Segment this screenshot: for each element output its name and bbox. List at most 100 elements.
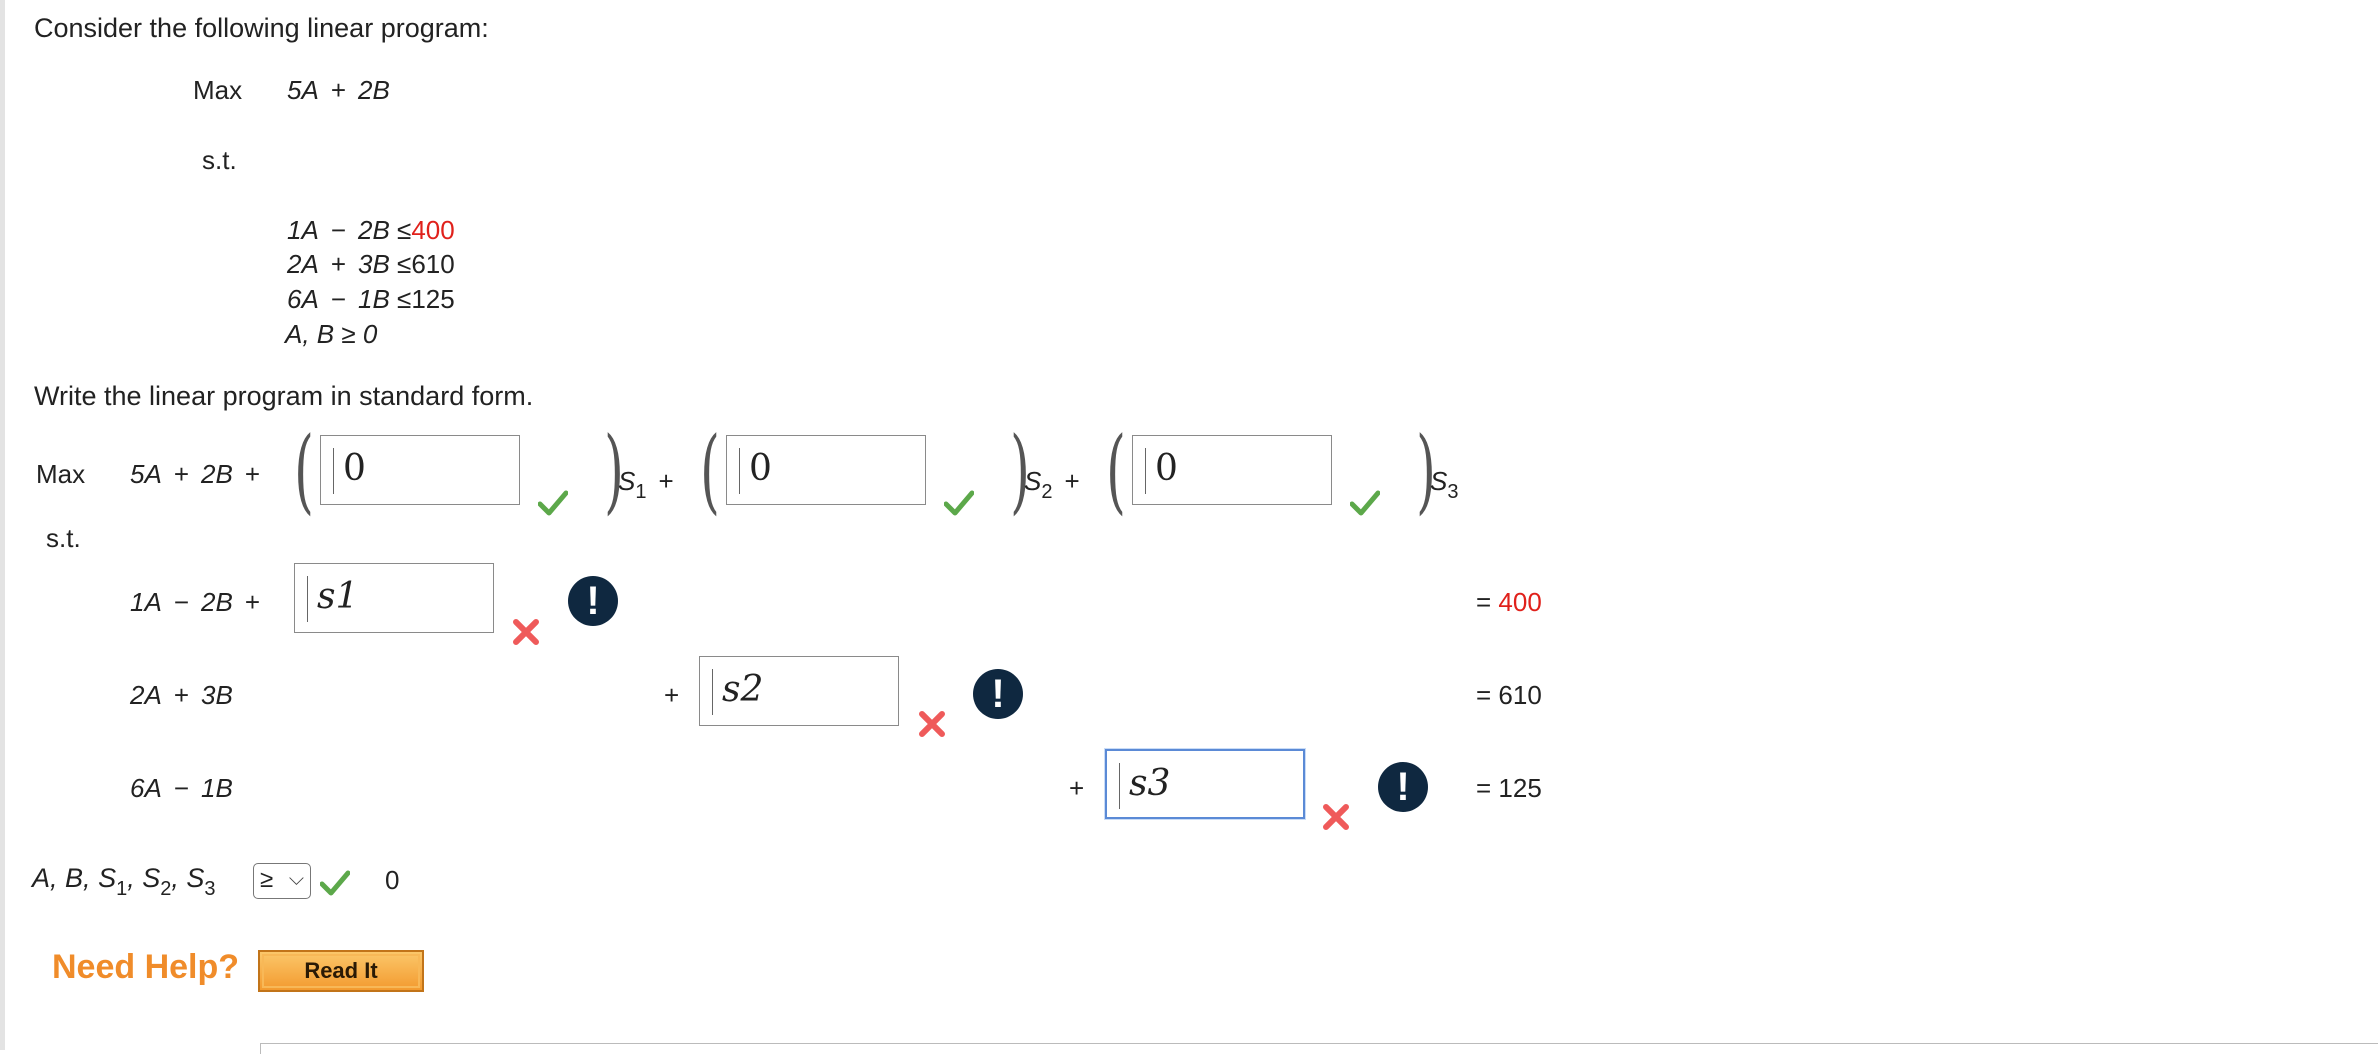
nonneg-sub-3: 3 — [204, 878, 216, 900]
slack-input-2[interactable]: s2 — [699, 656, 899, 726]
row-3-op: − — [173, 773, 189, 803]
row-3-rhs-value: 125 — [1498, 773, 1542, 803]
alert-icon[interactable]: ! — [568, 576, 618, 626]
row-3-plus: + — [1069, 773, 1085, 803]
st-label: s.t. — [202, 145, 237, 175]
left-paren-3: ( — [1106, 417, 1126, 524]
inequality-select-value: ≥ — [260, 866, 274, 893]
slack-var-1: S1 + — [618, 465, 686, 503]
row-2-rhs-value: 610 — [1498, 680, 1542, 710]
std-objective-plus2: + — [244, 459, 260, 489]
slack-var-2-plus: + — [1064, 466, 1080, 496]
left-paren-2: ( — [700, 417, 720, 524]
constraint-3-term-b: 1B — [358, 284, 390, 314]
slack-var-3: S3 — [1430, 465, 1459, 503]
row-1-eq: = — [1476, 587, 1492, 617]
nonneg-var-b: B — [65, 863, 84, 893]
alert-icon[interactable]: ! — [1378, 762, 1428, 812]
std-objective-b: 2B — [201, 459, 233, 489]
constraint-2-rhs: 610 — [411, 249, 455, 279]
left-paren-1: ( — [294, 417, 314, 524]
slack-input-3[interactable]: s3 — [1105, 749, 1305, 819]
std-max-label: Max — [36, 459, 86, 489]
objective-a-term: 5A — [287, 75, 319, 105]
slack-coef-input-2[interactable]: 0 — [726, 435, 926, 505]
nonneg-var-s1: S — [98, 863, 117, 893]
slack-coef-value-1: 0 — [343, 448, 366, 489]
slack-coef-value-2: 0 — [749, 448, 772, 489]
constraint-2-term-b: 3B — [358, 249, 390, 279]
row-1-term-b: 2B — [201, 587, 233, 617]
constraint-1-term-a: 1A — [287, 215, 319, 245]
slack-var-1-plus: + — [658, 466, 674, 496]
constraint-3-term-a: 6A — [287, 284, 319, 314]
x-icon — [919, 711, 945, 737]
std-objective-a: 5A — [130, 459, 162, 489]
constraint-2-op: + — [330, 249, 346, 279]
inequality-select[interactable]: ≥ ⌵ — [253, 863, 311, 899]
slack-input-3-value: s3 — [1129, 763, 1171, 804]
x-icon — [1323, 804, 1349, 830]
row-1-rhs-value: 400 — [1498, 587, 1542, 617]
std-nonneg-rhs: 0 — [385, 865, 400, 895]
constraint-2-symbol: ≤ — [397, 249, 412, 279]
prompt-text: Write the linear program in standard for… — [34, 381, 534, 411]
constraint-3-symbol: ≤ — [397, 284, 412, 314]
std-st-label: s.t. — [46, 523, 81, 553]
constraint-2: 2A +3B ≤610 — [287, 248, 455, 280]
slack-var-3-letter: S — [1430, 466, 1448, 496]
nonneg-var-s2: S — [142, 863, 161, 893]
objective-plus: + — [330, 75, 346, 105]
row-3-lhs: 6A −1B — [130, 772, 233, 804]
alert-icon[interactable]: ! — [973, 669, 1023, 719]
nonnegativity-constraint: A, B ≥ 0 — [285, 319, 378, 349]
row-3-term-b: 1B — [201, 773, 233, 803]
check-icon — [944, 490, 974, 516]
row-1-lhs: 1A −2B + — [130, 586, 272, 618]
max-label: Max — [193, 75, 243, 105]
chevron-down-icon: ⌵ — [288, 868, 304, 890]
row-1-rhs: = 400 — [1476, 586, 1542, 618]
row-2-lhs: 2A +3B — [130, 679, 233, 711]
row-2-term-b: 3B — [201, 680, 233, 710]
row-2-eq: = — [1476, 680, 1492, 710]
slack-input-1-value: s1 — [317, 576, 359, 617]
nonneg-sub-2: 2 — [160, 878, 172, 900]
constraint-1-term-b: 2B — [358, 215, 390, 245]
constraint-2-term-a: 2A — [287, 249, 319, 279]
slack-var-3-sub: 3 — [1447, 481, 1459, 503]
nonneg-var-a: A — [32, 863, 51, 893]
std-objective-prefix: 5A +2B + — [130, 458, 272, 490]
constraint-1: 1A −2B ≤400 — [287, 214, 455, 246]
row-3-term-a: 6A — [130, 773, 162, 803]
next-panel-edge — [260, 1043, 2378, 1054]
slack-input-1[interactable]: s1 — [294, 563, 494, 633]
std-objective-plus1: + — [173, 459, 189, 489]
check-icon — [1350, 490, 1380, 516]
slack-coef-value-3: 0 — [1155, 448, 1178, 489]
read-it-button[interactable]: Read It — [258, 950, 424, 992]
x-icon — [513, 619, 539, 645]
row-1-term-a: 1A — [130, 587, 162, 617]
slack-var-2: S2 + — [1024, 465, 1092, 503]
row-3-eq: = — [1476, 773, 1492, 803]
check-icon — [538, 490, 568, 516]
row-2-op: + — [173, 680, 189, 710]
slack-var-2-sub: 2 — [1041, 481, 1053, 503]
constraint-1-rhs: 400 — [411, 215, 455, 245]
nonneg-sub-1: 1 — [116, 878, 128, 900]
row-2-rhs: = 610 — [1476, 679, 1542, 711]
row-3-rhs: = 125 — [1476, 772, 1542, 804]
intro-text: Consider the following linear program: — [34, 13, 489, 43]
objective-function: 5A +2B — [287, 74, 390, 106]
row-1-op: − — [173, 587, 189, 617]
std-nonneg-vars: A, B, S1, S2, S3 — [32, 863, 216, 900]
row-1-plus: + — [244, 587, 260, 617]
slack-var-1-letter: S — [618, 466, 636, 496]
slack-var-2-letter: S — [1024, 466, 1042, 496]
slack-coef-input-1[interactable]: 0 — [320, 435, 520, 505]
slack-coef-input-3[interactable]: 0 — [1132, 435, 1332, 505]
row-2-plus: + — [664, 680, 680, 710]
constraint-3-rhs: 125 — [411, 284, 455, 314]
slack-input-2-value: s2 — [722, 669, 764, 710]
